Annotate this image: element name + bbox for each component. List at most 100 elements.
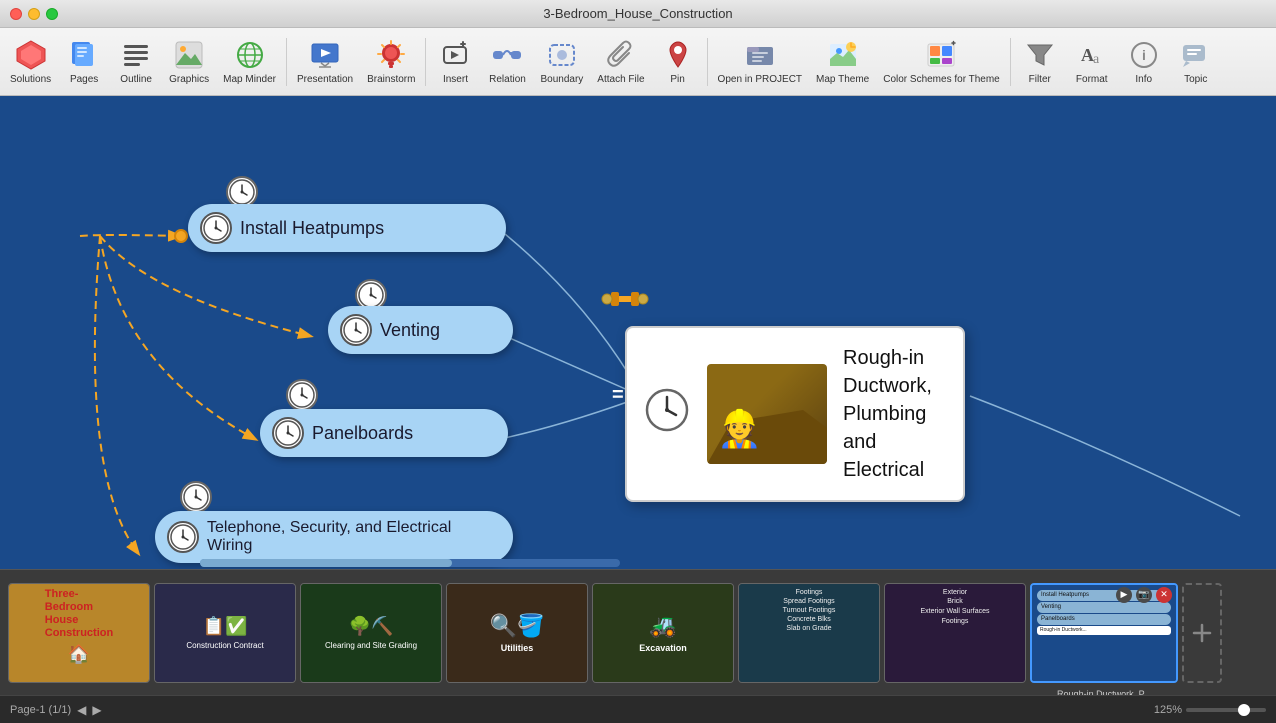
zoom-slider-thumb[interactable] <box>1238 704 1250 716</box>
relation-label: Relation <box>489 74 526 85</box>
toolbar-item-pages[interactable]: Pages <box>59 32 109 92</box>
node-venting[interactable]: Venting <box>328 306 513 354</box>
map-theme-label: Map Theme <box>816 74 869 85</box>
toolbar-item-presentation[interactable]: Presentation <box>291 32 359 92</box>
toolbar-item-solutions[interactable]: Solutions <box>4 32 57 92</box>
thumb-play-button[interactable]: ▶ <box>1116 587 1132 603</box>
graphics-label: Graphics <box>169 74 209 85</box>
title-bar: 3-Bedroom_House_Construction <box>0 0 1276 28</box>
brainstorm-icon <box>375 39 407 71</box>
filmstrip: Three-BedroomHouseConstruction 🏠 📋✅ Cons… <box>0 569 1276 695</box>
next-page-button[interactable]: ▶ <box>92 703 101 717</box>
main-topic-box[interactable]: 👷 Rough-in Ductwork, Plumbing and Electr… <box>625 326 965 502</box>
toolbar-item-insert[interactable]: Insert <box>430 32 480 92</box>
solutions-icon <box>15 39 47 71</box>
top-clock-telephone <box>180 481 212 513</box>
boundary-label: Boundary <box>540 74 583 85</box>
telephone-label: Telephone, Security, and Electrical Wiri… <box>207 519 493 555</box>
mapminder-label: Map Minder <box>223 74 276 85</box>
filmstrip-thumb-5[interactable]: 🚜 Excavation <box>592 583 734 683</box>
filmstrip-thumb-7[interactable]: Exterior Brick Exterior Wall Surfaces Fo… <box>884 583 1026 683</box>
info-label: Info <box>1135 74 1152 85</box>
topic-icon <box>1180 39 1212 71</box>
toolbar-item-filter[interactable]: Filter <box>1015 32 1065 92</box>
filmstrip-thumb-1[interactable]: Three-BedroomHouseConstruction 🏠 <box>8 583 150 683</box>
filmstrip-thumb-6[interactable]: Footings Spread Footings Turnout Footing… <box>738 583 880 683</box>
brainstorm-label: Brainstorm <box>367 74 415 85</box>
window-title: 3-Bedroom_House_Construction <box>543 6 732 21</box>
outline-icon <box>120 39 152 71</box>
thumb-controls: ▶ 📷 ✕ <box>1116 587 1172 603</box>
toolbar-item-attach-file[interactable]: Attach File <box>591 32 650 92</box>
toolbar-item-pin[interactable]: Pin <box>653 32 703 92</box>
toolbar-item-graphics[interactable]: Graphics <box>163 32 215 92</box>
main-topic-clock <box>643 386 691 434</box>
canvas-scrollbar-thumb[interactable] <box>200 559 452 567</box>
pin-icon <box>662 39 694 71</box>
clock-heatpumps <box>200 212 232 244</box>
filmstrip-thumb-4[interactable]: 🔍🪣 Utilities <box>446 583 588 683</box>
clock-telephone <box>167 521 199 553</box>
thumb-camera-button[interactable]: 📷 <box>1136 587 1152 603</box>
pages-icon <box>68 39 100 71</box>
attach-file-label: Attach File <box>597 74 644 85</box>
insert-icon <box>439 39 471 71</box>
main-canvas[interactable]: Install Heatpumps Venting Panelboards <box>0 96 1276 569</box>
pages-label: Pages <box>70 74 98 85</box>
toolbar-item-map-theme[interactable]: Map Theme <box>810 32 875 92</box>
divider-4 <box>1010 38 1011 86</box>
toolbar-item-mapminder[interactable]: Map Minder <box>217 32 282 92</box>
construction-image: 👷 <box>707 364 827 464</box>
format-label: Format <box>1076 74 1108 85</box>
open-project-icon <box>744 39 776 71</box>
boundary-icon <box>546 39 578 71</box>
tool-icon-above <box>601 286 649 318</box>
node-heatpumps[interactable]: Install Heatpumps <box>188 204 506 252</box>
node-panelboards[interactable]: Panelboards <box>260 409 508 457</box>
color-schemes-label: Color Schemes for Theme <box>883 74 1000 85</box>
toolbar-item-outline[interactable]: Outline <box>111 32 161 92</box>
map-theme-icon <box>827 39 859 71</box>
zoom-controls: 125% <box>1154 704 1266 716</box>
relation-icon <box>491 39 523 71</box>
toolbar-item-boundary[interactable]: Boundary <box>534 32 589 92</box>
toolbar-item-brainstorm[interactable]: Brainstorm <box>361 32 421 92</box>
filmstrip-thumb-2[interactable]: 📋✅ Construction Contract <box>154 583 296 683</box>
toolbar-item-format[interactable]: A a Format <box>1067 32 1117 92</box>
toolbar: Solutions Pages Outline <box>0 28 1276 96</box>
equal-indicator: = <box>612 384 624 407</box>
toolbar-item-info[interactable]: i Info <box>1119 32 1169 92</box>
toolbar-item-open-project[interactable]: Open in PROJECT <box>712 32 808 92</box>
filter-label: Filter <box>1029 74 1051 85</box>
pin-label: Pin <box>670 74 684 85</box>
close-button[interactable] <box>10 8 22 20</box>
maximize-button[interactable] <box>46 8 58 20</box>
color-schemes-icon <box>925 39 957 71</box>
toolbar-item-relation[interactable]: Relation <box>482 32 532 92</box>
divider-3 <box>707 38 708 86</box>
insert-label: Insert <box>443 74 468 85</box>
main-topic-text: Rough-in Ductwork, Plumbing and Electric… <box>843 344 947 484</box>
info-icon: i <box>1128 39 1160 71</box>
thumb-close-button[interactable]: ✕ <box>1156 587 1172 603</box>
prev-page-button[interactable]: ◀ <box>77 703 86 717</box>
presentation-icon <box>309 39 341 71</box>
divider-2 <box>425 38 426 86</box>
attach-file-icon <box>605 39 637 71</box>
filmstrip-thumb-3[interactable]: 🌳⛏️ Clearing and Site Grading <box>300 583 442 683</box>
toolbar-item-color-schemes[interactable]: Color Schemes for Theme <box>877 32 1006 92</box>
add-slide-button[interactable] <box>1182 583 1222 683</box>
toolbar-item-topic[interactable]: Topic <box>1171 32 1221 92</box>
zoom-slider-track[interactable] <box>1186 708 1266 712</box>
canvas-horizontal-scrollbar[interactable] <box>200 559 620 567</box>
open-project-label: Open in PROJECT <box>718 74 802 85</box>
minimize-button[interactable] <box>28 8 40 20</box>
presentation-label: Presentation <box>297 74 353 85</box>
clock-panelboards <box>272 417 304 449</box>
node-telephone[interactable]: Telephone, Security, and Electrical Wiri… <box>155 511 513 563</box>
zoom-level: 125% <box>1154 704 1182 716</box>
filmstrip-thumb-active[interactable]: Install Heatpumps Venting Panelboards Ro… <box>1030 583 1178 683</box>
filter-icon <box>1024 39 1056 71</box>
top-clock-panelboards <box>286 379 318 411</box>
thumb-preview-label: Rough-in Ductwork, P... <box>1032 689 1176 696</box>
